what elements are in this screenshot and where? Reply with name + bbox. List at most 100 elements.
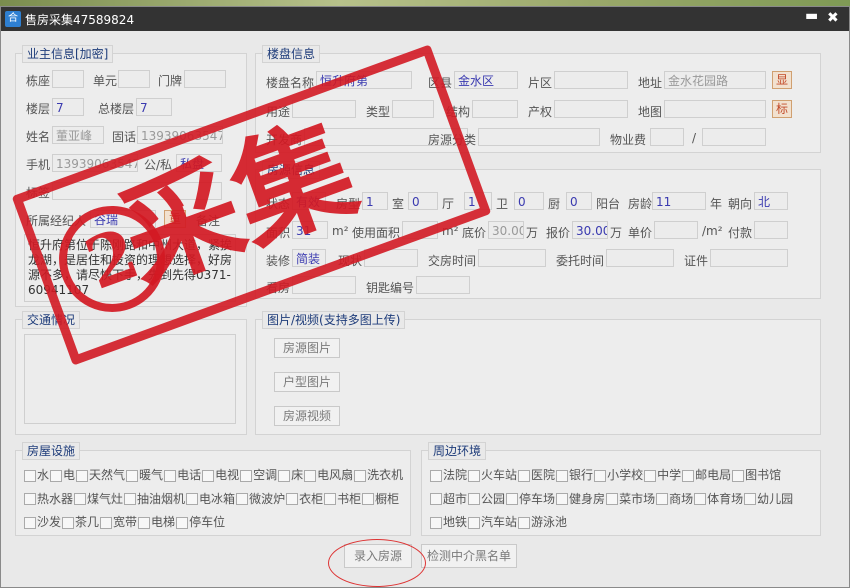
- address-input[interactable]: 金水花园路: [664, 71, 766, 89]
- house-video-button[interactable]: 房源视频: [274, 406, 340, 426]
- decoration-select[interactable]: 简装: [292, 249, 326, 267]
- tag-input[interactable]: [52, 182, 222, 200]
- facility-checkbox-19[interactable]: 茶几: [62, 512, 99, 533]
- checkbox-box[interactable]: [556, 493, 569, 505]
- checkbox-box[interactable]: [236, 493, 249, 505]
- orientation-select[interactable]: 北: [754, 192, 788, 210]
- door-input[interactable]: [184, 70, 226, 88]
- type-input[interactable]: [392, 100, 434, 118]
- facility-checkbox-2[interactable]: 天然气: [76, 465, 125, 486]
- checkbox-box[interactable]: [354, 469, 367, 482]
- facility-checkbox-12[interactable]: 抽油烟机: [124, 489, 185, 510]
- checkbox-box[interactable]: [24, 493, 36, 505]
- facility-checkbox-15[interactable]: 衣柜: [286, 489, 323, 510]
- checkbox-box[interactable]: [468, 493, 481, 505]
- surrounding-checkbox-3[interactable]: 银行: [556, 465, 593, 486]
- facility-checkbox-18[interactable]: 沙发: [24, 512, 61, 533]
- close-icon[interactable]: ✖: [827, 10, 839, 26]
- floor-input[interactable]: 7: [52, 98, 84, 116]
- surrounding-checkbox-0[interactable]: 法院: [430, 465, 467, 486]
- checkbox-box[interactable]: [202, 469, 215, 482]
- checkbox-box[interactable]: [324, 493, 337, 505]
- checkbox-box[interactable]: [286, 493, 299, 505]
- checkbox-box[interactable]: [430, 469, 442, 482]
- surrounding-checkbox-6[interactable]: 邮电局: [682, 465, 731, 486]
- payment-select[interactable]: [754, 221, 788, 239]
- certificate-input[interactable]: [710, 249, 788, 267]
- checkbox-box[interactable]: [468, 516, 481, 529]
- checkbox-box[interactable]: [468, 469, 481, 482]
- surrounding-checkbox-2[interactable]: 医院: [518, 465, 555, 486]
- facility-checkbox-7[interactable]: 床: [278, 465, 303, 486]
- facility-checkbox-3[interactable]: 暖气: [126, 465, 163, 486]
- surrounding-checkbox-16[interactable]: 地铁: [430, 512, 467, 533]
- surrounding-checkbox-4[interactable]: 小学校: [594, 465, 643, 486]
- unit-price-input[interactable]: [654, 221, 698, 239]
- checkbox-box[interactable]: [176, 516, 189, 529]
- checkbox-box[interactable]: [240, 469, 253, 482]
- agent-input[interactable]: 谷瑞: [90, 210, 156, 228]
- halls-input[interactable]: 0: [408, 192, 438, 210]
- checkbox-box[interactable]: [304, 469, 317, 482]
- surrounding-checkbox-11[interactable]: 健身房: [556, 489, 605, 510]
- checkbox-box[interactable]: [644, 469, 657, 482]
- checkbox-box[interactable]: [278, 469, 291, 482]
- public-private-select[interactable]: 私盘: [176, 154, 222, 172]
- surrounding-checkbox-13[interactable]: 商场: [656, 489, 693, 510]
- estate-name-input[interactable]: 恒升府第: [316, 71, 412, 89]
- checkbox-box[interactable]: [126, 469, 139, 482]
- surrounding-checkbox-1[interactable]: 火车站: [468, 465, 517, 486]
- mark-map-button[interactable]: 标: [772, 100, 792, 118]
- checkbox-box[interactable]: [430, 516, 442, 529]
- surrounding-checkbox-18[interactable]: 游泳池: [518, 512, 567, 533]
- usage-input[interactable]: [292, 100, 356, 118]
- ask-price-input[interactable]: 30.00: [572, 221, 608, 239]
- show-address-button[interactable]: 显: [772, 71, 792, 89]
- checkbox-box[interactable]: [430, 493, 442, 505]
- trade-time-input[interactable]: [478, 249, 546, 267]
- checkbox-box[interactable]: [24, 516, 36, 529]
- facility-checkbox-6[interactable]: 空调: [240, 465, 277, 486]
- facility-checkbox-8[interactable]: 电风扇: [304, 465, 353, 486]
- checkbox-box[interactable]: [744, 493, 757, 505]
- checkbox-box[interactable]: [518, 516, 531, 529]
- unit-input[interactable]: [118, 70, 150, 88]
- usable-area-input[interactable]: [402, 221, 438, 239]
- surrounding-checkbox-9[interactable]: 公园: [468, 489, 505, 510]
- surrounding-checkbox-5[interactable]: 中学: [644, 465, 681, 486]
- checkbox-box[interactable]: [138, 516, 151, 529]
- surrounding-checkbox-8[interactable]: 超市: [430, 489, 467, 510]
- checkbox-box[interactable]: [124, 493, 137, 505]
- checkbox-box[interactable]: [694, 493, 707, 505]
- surrounding-checkbox-12[interactable]: 菜市场: [606, 489, 655, 510]
- checkbox-box[interactable]: [518, 469, 531, 482]
- area-zone-input[interactable]: [554, 71, 628, 89]
- structure-input[interactable]: [472, 100, 518, 118]
- house-category-input[interactable]: [478, 128, 600, 146]
- checkbox-box[interactable]: [50, 469, 63, 482]
- checkbox-box[interactable]: [556, 469, 569, 482]
- map-input[interactable]: [664, 100, 766, 118]
- checkbox-box[interactable]: [656, 493, 669, 505]
- checkbox-box[interactable]: [186, 493, 199, 505]
- surrounding-checkbox-14[interactable]: 体育场: [694, 489, 743, 510]
- facility-checkbox-0[interactable]: 水: [24, 465, 49, 486]
- kitchens-input[interactable]: 0: [514, 192, 544, 210]
- property-fee-unit-input[interactable]: [702, 128, 766, 146]
- area-input[interactable]: 31: [292, 221, 328, 239]
- facility-checkbox-17[interactable]: 橱柜: [362, 489, 399, 510]
- facility-checkbox-16[interactable]: 书柜: [324, 489, 361, 510]
- checkbox-box[interactable]: [24, 469, 36, 482]
- facility-checkbox-13[interactable]: 电冰箱: [186, 489, 235, 510]
- surrounding-checkbox-10[interactable]: 停车场: [506, 489, 555, 510]
- facility-checkbox-20[interactable]: 宽带: [100, 512, 137, 533]
- check-blacklist-button[interactable]: 检测中介黑名单: [421, 544, 517, 568]
- checkbox-box[interactable]: [164, 469, 177, 482]
- district-input[interactable]: 金水区: [454, 71, 518, 89]
- balconies-input[interactable]: 0: [566, 192, 592, 210]
- facility-checkbox-11[interactable]: 煤气灶: [74, 489, 123, 510]
- facility-checkbox-9[interactable]: 洗衣机: [354, 465, 403, 486]
- checkbox-box[interactable]: [606, 493, 619, 505]
- viewing-input[interactable]: [292, 276, 356, 294]
- entrust-time-input[interactable]: [606, 249, 674, 267]
